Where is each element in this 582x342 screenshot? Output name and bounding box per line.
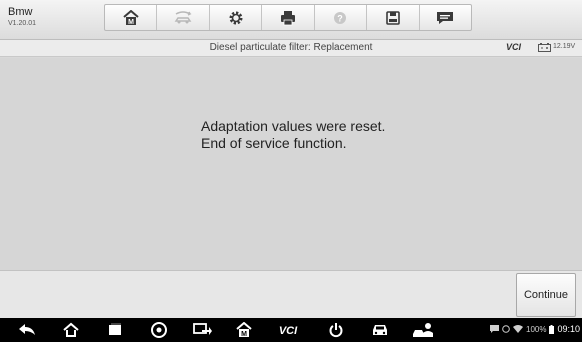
function-header: Diesel particulate filter: Replacement V… <box>0 40 582 57</box>
app-version: V1.20.01 <box>8 20 37 27</box>
chrome-icon <box>151 322 167 338</box>
help-button[interactable]: ? <box>315 5 368 30</box>
battery-voltage: 12.19V <box>553 43 576 50</box>
nav-chrome-button[interactable] <box>148 321 170 339</box>
home-icon: M <box>123 9 139 26</box>
system-navbar: M VCI 100% 09:10 <box>0 318 582 342</box>
wifi-icon <box>513 325 523 333</box>
svg-text:M: M <box>128 19 134 26</box>
toolbar: M ? <box>104 4 472 31</box>
nav-garage-button[interactable]: M <box>233 321 255 339</box>
svg-text:VCI: VCI <box>279 325 298 337</box>
continue-button[interactable]: Continue <box>516 273 576 317</box>
page-title: Diesel particulate filter: Replacement <box>209 42 373 53</box>
nav-recent-button[interactable] <box>104 321 126 339</box>
save-icon <box>386 10 400 25</box>
footer-bar: Continue <box>0 270 582 318</box>
workshop-icon <box>413 323 433 337</box>
battery-icon <box>549 324 555 334</box>
result-message: Adaptation values were reset. End of ser… <box>201 118 385 152</box>
top-bar: Bmw V1.20.01 M ? <box>0 0 582 40</box>
home-icon <box>63 322 79 337</box>
app-title: Bmw <box>8 6 33 18</box>
svg-text:M: M <box>241 331 247 338</box>
settings-button[interactable] <box>210 5 263 30</box>
battery-icon <box>538 43 551 52</box>
nav-car-button[interactable] <box>369 321 391 339</box>
clock: 09:10 <box>557 324 580 334</box>
printer-icon <box>280 10 295 25</box>
recent-apps-icon <box>109 323 121 335</box>
help-icon: ? <box>334 11 347 24</box>
car-icon <box>373 325 387 335</box>
print-button[interactable] <box>262 5 315 30</box>
back-icon <box>19 324 35 335</box>
nav-home-button[interactable] <box>60 321 82 339</box>
home-button[interactable]: M <box>105 5 158 30</box>
save-button[interactable] <box>367 5 420 30</box>
remote-desk-icon <box>193 323 212 335</box>
vehicle-swap-button[interactable] <box>157 5 210 30</box>
nav-remote-desk-button[interactable] <box>189 321 215 339</box>
nav-vci-button[interactable]: VCI <box>274 321 302 339</box>
chat-icon <box>437 11 454 24</box>
datalogging-button[interactable] <box>420 5 471 30</box>
vci-icon: VCI <box>279 325 298 337</box>
gear-icon <box>229 11 243 24</box>
nav-workshop-button[interactable] <box>411 321 437 339</box>
vci-status-icon <box>502 325 510 333</box>
vci-label: VCI <box>506 42 522 52</box>
message-line-2: End of service function. <box>201 135 347 151</box>
nav-back-button[interactable] <box>16 321 38 339</box>
garage-icon: M <box>236 322 252 338</box>
message-panel: Adaptation values were reset. End of ser… <box>0 58 582 270</box>
battery-percent: 100% <box>526 324 547 334</box>
nav-power-button[interactable] <box>325 321 347 339</box>
power-icon <box>329 323 343 338</box>
car-swap-icon <box>174 10 192 23</box>
svg-text:?: ? <box>338 13 344 23</box>
message-line-1: Adaptation values were reset. <box>201 118 386 134</box>
notification-icon <box>490 325 499 333</box>
status-area: 100% 09:10 <box>490 324 580 334</box>
